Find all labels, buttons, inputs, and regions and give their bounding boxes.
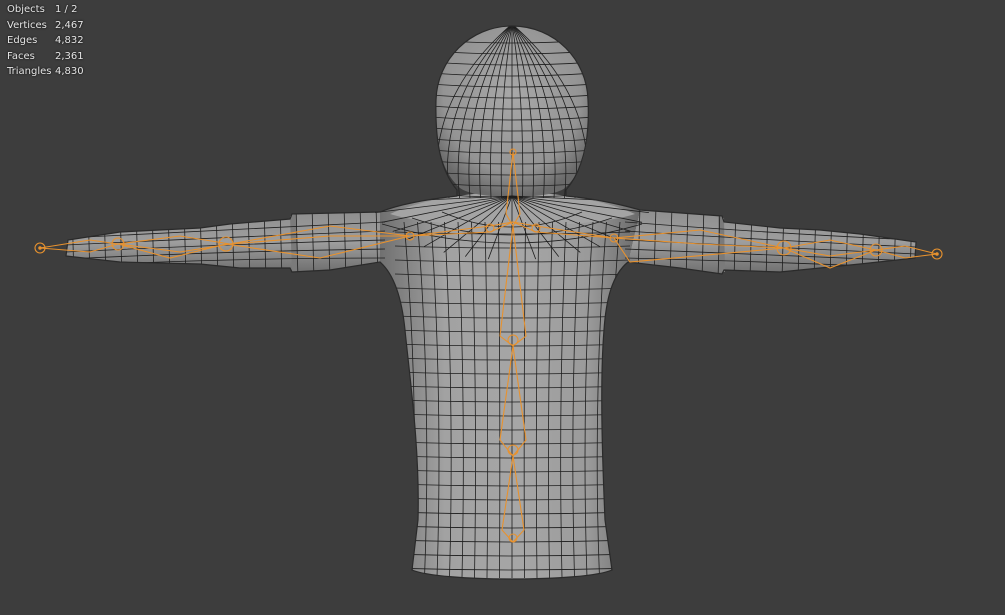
- character-mesh[interactable]: [65, 24, 917, 580]
- stat-edges: Edges 4,832: [7, 35, 84, 47]
- stat-triangles: Triangles 4,830: [7, 66, 84, 78]
- stat-vertices: Vertices 2,467: [7, 19, 84, 31]
- 3d-viewport[interactable]: Objects 1 / 2 Vertices 2,467 Edges 4,832…: [0, 0, 1005, 615]
- left-arm-mesh[interactable]: [66, 212, 384, 272]
- viewport-scene[interactable]: [0, 0, 1005, 615]
- stat-objects: Objects 1 / 2: [7, 4, 78, 15]
- scene-statistics-overlay: Objects 1 / 2 Vertices 2,467 Edges 4,832…: [7, 2, 84, 80]
- stat-faces: Faces 2,361: [7, 50, 84, 62]
